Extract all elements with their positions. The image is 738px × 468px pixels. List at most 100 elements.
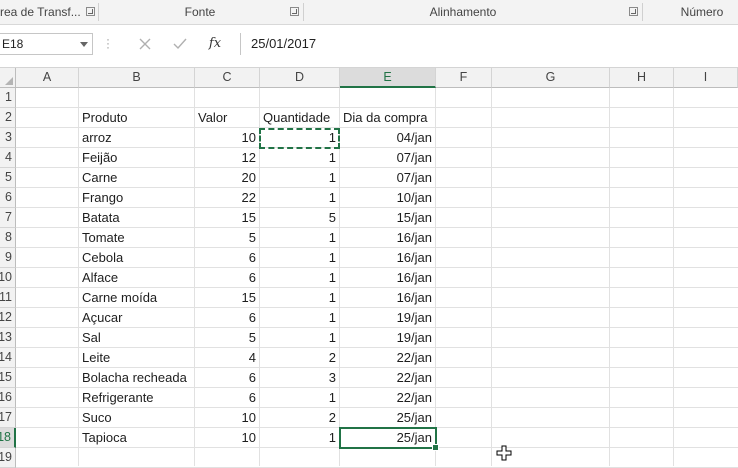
- cell-quantidade[interactable]: 1: [260, 188, 339, 208]
- cell-produto[interactable]: Bolacha recheada: [79, 368, 187, 388]
- cell-valor[interactable]: 12: [195, 148, 259, 168]
- cell-dia[interactable]: 25/jan: [340, 408, 435, 428]
- chevron-down-icon[interactable]: [80, 42, 88, 47]
- cell-quantidade[interactable]: 1: [260, 228, 339, 248]
- formula-input[interactable]: 25/01/2017: [240, 33, 738, 55]
- cell-dia[interactable]: 19/jan: [340, 308, 435, 328]
- cell-quantidade[interactable]: 5: [260, 208, 339, 228]
- cell-valor[interactable]: 6: [195, 248, 259, 268]
- row-header-12[interactable]: 12: [0, 308, 16, 328]
- row-header-11[interactable]: 11: [0, 288, 16, 308]
- cell-quantidade[interactable]: 1: [260, 148, 339, 168]
- cell-dia[interactable]: 07/jan: [340, 148, 435, 168]
- row-header-3[interactable]: 3: [0, 128, 16, 148]
- cell-valor[interactable]: 5: [195, 228, 259, 248]
- cell-produto[interactable]: Suco: [79, 408, 112, 428]
- cell-quantidade[interactable]: 1: [260, 428, 339, 448]
- header-dia-da-compra[interactable]: Dia da compra: [340, 108, 428, 128]
- cell-quantidade[interactable]: 1: [260, 388, 339, 408]
- cell-dia[interactable]: 16/jan: [340, 248, 435, 268]
- cell-dia[interactable]: 22/jan: [340, 388, 435, 408]
- cell-valor[interactable]: 4: [195, 348, 259, 368]
- cell-produto[interactable]: Feijão: [79, 148, 117, 168]
- column-header-h[interactable]: H: [610, 68, 674, 88]
- cell-produto[interactable]: Alface: [79, 268, 118, 288]
- active-cell-e18[interactable]: [339, 427, 439, 451]
- column-header-e[interactable]: E: [340, 68, 436, 88]
- cell-valor[interactable]: 6: [195, 268, 259, 288]
- column-header-c[interactable]: C: [195, 68, 260, 88]
- row-header-5[interactable]: 5: [0, 168, 16, 188]
- cell-valor[interactable]: 15: [195, 288, 259, 308]
- row-header-19[interactable]: 19: [0, 448, 16, 468]
- cell-produto[interactable]: Tomate: [79, 228, 125, 248]
- enter-formula-button[interactable]: [163, 33, 197, 55]
- cell-dia[interactable]: 10/jan: [340, 188, 435, 208]
- column-header-d[interactable]: D: [260, 68, 340, 88]
- cell-dia[interactable]: 22/jan: [340, 348, 435, 368]
- row-header-17[interactable]: 17: [0, 408, 16, 428]
- header-valor[interactable]: Valor: [195, 108, 227, 128]
- cancel-formula-button[interactable]: [128, 33, 162, 55]
- cell-produto[interactable]: Cebola: [79, 248, 123, 268]
- cell-dia[interactable]: 04/jan: [340, 128, 435, 148]
- cell-produto[interactable]: Carne moída: [79, 288, 157, 308]
- cell-dia[interactable]: 16/jan: [340, 288, 435, 308]
- cell-valor[interactable]: 10: [195, 128, 259, 148]
- cell-produto[interactable]: Sal: [79, 328, 101, 348]
- cell-produto[interactable]: Batata: [79, 208, 120, 228]
- cell-valor[interactable]: 6: [195, 368, 259, 388]
- clipboard-dialog-launcher-icon[interactable]: [86, 7, 95, 16]
- cell-quantidade[interactable]: 2: [260, 348, 339, 368]
- cell-quantidade[interactable]: 1: [260, 248, 339, 268]
- cell-valor[interactable]: 10: [195, 428, 259, 448]
- cell-quantidade[interactable]: 3: [260, 368, 339, 388]
- header-produto[interactable]: Produto: [79, 108, 128, 128]
- cell-valor[interactable]: 6: [195, 308, 259, 328]
- cell-valor[interactable]: 5: [195, 328, 259, 348]
- cell-quantidade[interactable]: 1: [260, 308, 339, 328]
- cell-valor[interactable]: 22: [195, 188, 259, 208]
- cell-dia[interactable]: 19/jan: [340, 328, 435, 348]
- cell-valor[interactable]: 10: [195, 408, 259, 428]
- row-header-1[interactable]: 1: [0, 88, 16, 108]
- cell-valor[interactable]: 15: [195, 208, 259, 228]
- row-header-10[interactable]: 10: [0, 268, 16, 288]
- column-header-g[interactable]: G: [492, 68, 610, 88]
- cell-produto[interactable]: Frango: [79, 188, 123, 208]
- cell-dia[interactable]: 15/jan: [340, 208, 435, 228]
- fill-handle[interactable]: [432, 444, 439, 451]
- insert-function-button[interactable]: fx: [198, 33, 232, 55]
- row-header-16[interactable]: 16: [0, 388, 16, 408]
- column-header-f[interactable]: F: [436, 68, 492, 88]
- cell-produto[interactable]: Açucar: [79, 308, 122, 328]
- cell-dia[interactable]: 07/jan: [340, 168, 435, 188]
- row-header-2[interactable]: 2: [0, 108, 16, 128]
- row-header-15[interactable]: 15: [0, 368, 16, 388]
- cell-quantidade[interactable]: 1: [260, 328, 339, 348]
- column-header-a[interactable]: A: [16, 68, 79, 88]
- cell-quantidade[interactable]: 1: [260, 128, 339, 148]
- cell-quantidade[interactable]: 1: [260, 168, 339, 188]
- alignment-dialog-launcher-icon[interactable]: [629, 7, 638, 16]
- row-header-18[interactable]: 18: [0, 428, 16, 448]
- font-dialog-launcher-icon[interactable]: [290, 7, 299, 16]
- column-header-i[interactable]: I: [674, 68, 738, 88]
- cell-quantidade[interactable]: 1: [260, 288, 339, 308]
- row-header-6[interactable]: 6: [0, 188, 16, 208]
- row-header-14[interactable]: 14: [0, 348, 16, 368]
- cell-produto[interactable]: arroz: [79, 128, 112, 148]
- cell-produto[interactable]: Tapioca: [79, 428, 127, 448]
- name-box[interactable]: E18: [0, 33, 93, 55]
- cell-dia[interactable]: 22/jan: [340, 368, 435, 388]
- row-header-7[interactable]: 7: [0, 208, 16, 228]
- column-header-b[interactable]: B: [79, 68, 195, 88]
- cell-dia[interactable]: 16/jan: [340, 228, 435, 248]
- header-quantidade[interactable]: Quantidade: [260, 108, 330, 128]
- cell-dia[interactable]: 16/jan: [340, 268, 435, 288]
- row-header-8[interactable]: 8: [0, 228, 16, 248]
- row-header-4[interactable]: 4: [0, 148, 16, 168]
- cell-produto[interactable]: Leite: [79, 348, 110, 368]
- row-header-9[interactable]: 9: [0, 248, 16, 268]
- select-all-corner[interactable]: [0, 68, 16, 88]
